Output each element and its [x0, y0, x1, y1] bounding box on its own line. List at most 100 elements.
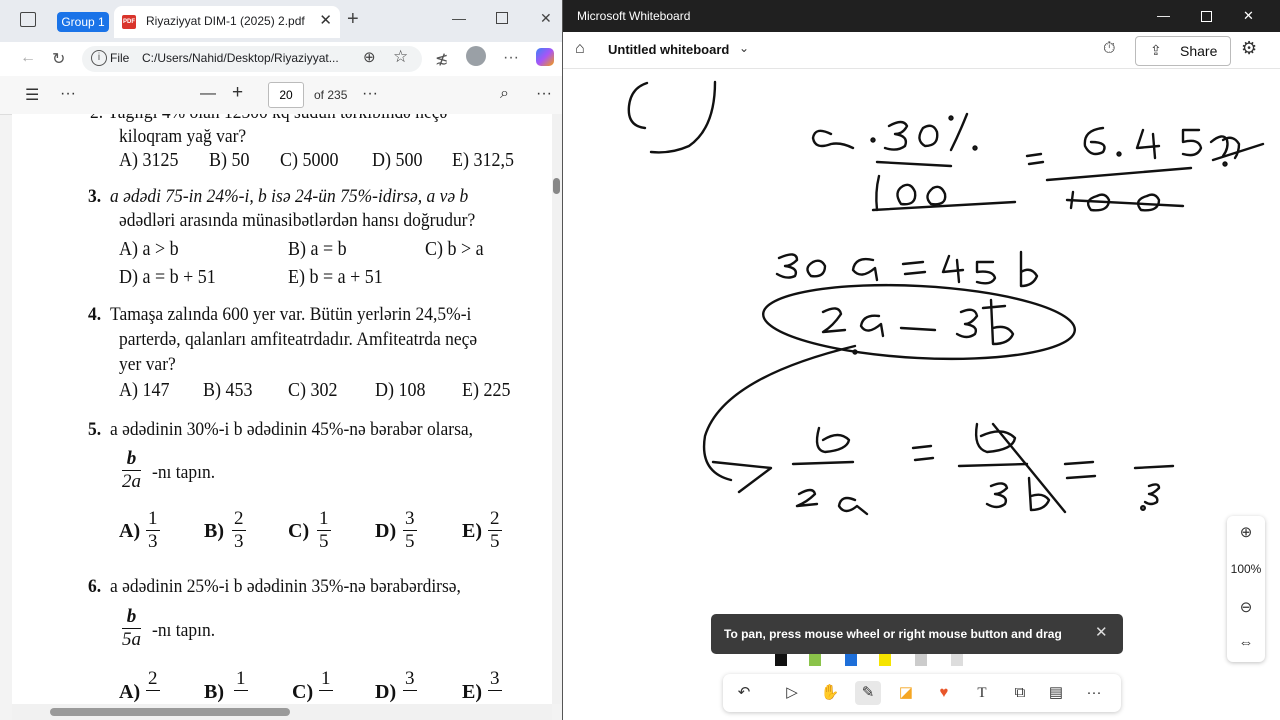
undo-icon[interactable]: ↶	[731, 681, 757, 705]
templates-icon[interactable]: ▤	[1043, 681, 1069, 705]
pdf-settings-more-icon[interactable]: ···	[536, 85, 552, 103]
q4-number: 4.	[88, 304, 102, 325]
pen-color-swatch[interactable]	[845, 654, 857, 666]
ink-stroke	[1140, 505, 1147, 512]
zoom-in-icon[interactable]: ⊕	[1227, 523, 1265, 541]
ink-stroke	[926, 185, 947, 206]
pdf-toolbar: ☰ ··· — + 20 of 235 ··· ⌕ ···	[0, 76, 562, 115]
q3-option-b: B) a = b	[288, 238, 347, 260]
ink-stroke	[1065, 198, 1185, 208]
tab-title: Riyaziyyat DIM-1 (2025) 2.pdf	[146, 14, 305, 28]
q6-option-c-fraction: 1	[319, 668, 333, 691]
page-number-input[interactable]: 20	[268, 82, 304, 108]
zoom-out-icon[interactable]: —	[200, 85, 216, 103]
q6-option-a-label: A)	[119, 681, 141, 703]
copilot-icon[interactable]	[536, 48, 554, 66]
address-bar[interactable]: i File C:/Users/Nahid/Desktop/Riyaziyyat…	[82, 46, 422, 72]
tab-actions-icon[interactable]	[20, 12, 36, 27]
reactions-heart-icon[interactable]: ♥	[931, 681, 957, 705]
favorites-icon[interactable]: ≴	[435, 49, 448, 69]
fraction-numerator: 2	[488, 508, 502, 531]
ink-stroke	[903, 270, 927, 276]
text-icon[interactable]: T	[969, 681, 995, 705]
ink-stroke	[941, 254, 965, 284]
ink-stroke	[1135, 128, 1161, 160]
sticky-note-icon[interactable]: ◪	[893, 681, 919, 705]
pen-color-swatch[interactable]	[879, 654, 891, 666]
q3-option-d: D) a = b + 51	[119, 266, 216, 288]
close-window-icon[interactable]: ✕	[1243, 8, 1254, 24]
contents-list-icon[interactable]: ☰	[25, 85, 39, 105]
close-window-icon[interactable]: ✕	[540, 10, 552, 27]
pen-icon[interactable]: ✎	[855, 681, 881, 705]
search-icon[interactable]: ⌕	[500, 85, 509, 103]
q3-number: 3.	[88, 186, 102, 207]
maximize-icon[interactable]	[1201, 11, 1212, 22]
favorite-star-icon[interactable]: ☆	[393, 47, 408, 67]
ink-stroke	[896, 183, 917, 206]
ink-stroke	[991, 422, 1067, 514]
share-button[interactable]: ⇪ Share	[1135, 36, 1231, 66]
select-pointer-icon[interactable]: ▷	[779, 681, 805, 705]
more-menu-icon[interactable]: ···	[503, 49, 519, 67]
share-label: Share	[1180, 43, 1218, 59]
pdf-more-icon[interactable]: ···	[60, 85, 76, 103]
browser-tab[interactable]: PDF Riyaziyyat DIM-1 (2025) 2.pdf ✕	[114, 6, 340, 38]
close-tab-icon[interactable]: ✕	[319, 11, 332, 29]
zoom-level[interactable]: 100%	[1227, 562, 1265, 576]
q2-option-e: E) 312,5	[452, 149, 515, 171]
more-tools-icon[interactable]: ···	[1081, 681, 1107, 705]
board-name[interactable]: Untitled whiteboard	[608, 42, 729, 57]
pen-color-swatch[interactable]	[775, 654, 787, 666]
pdf-file-icon: PDF	[122, 15, 136, 29]
zoom-in-icon[interactable]: +	[232, 82, 243, 104]
ink-stroke	[1019, 250, 1039, 288]
horizontal-scrollbar[interactable]	[12, 704, 552, 720]
back-arrow-icon[interactable]: ←	[20, 49, 36, 67]
gear-icon[interactable]: ⚙	[1241, 38, 1257, 59]
fit-to-screen-icon[interactable]: ⇔	[1227, 634, 1265, 651]
vertical-scrollbar[interactable]	[552, 114, 562, 704]
refresh-icon[interactable]: ↻	[52, 49, 65, 69]
close-toast-icon[interactable]: ✕	[1095, 623, 1108, 641]
timer-icon[interactable]: ⏱	[1103, 40, 1115, 58]
q6-fraction-numerator: b	[122, 606, 141, 629]
maximize-icon[interactable]	[496, 12, 508, 24]
vertical-scroll-thumb[interactable]	[553, 178, 560, 194]
zoom-icon[interactable]: ⊕	[363, 48, 376, 66]
ink-stroke	[811, 129, 855, 150]
minimize-icon[interactable]: —	[1157, 8, 1170, 23]
info-icon[interactable]: i	[91, 50, 107, 66]
q4-option-e: E) 225	[462, 379, 511, 401]
fraction-numerator: 2	[146, 668, 160, 691]
fraction-denominator: 5	[490, 531, 500, 552]
minimize-icon[interactable]: —	[452, 10, 466, 26]
pdf-options-icon[interactable]: ···	[362, 85, 378, 103]
tab-group-chip[interactable]: Group 1	[57, 12, 109, 32]
q5-option-d-label: D)	[375, 520, 397, 542]
chevron-down-icon[interactable]: ⌄	[739, 41, 749, 55]
fraction-numerator: 1	[317, 508, 331, 531]
shapes-icon[interactable]: ⧉	[1007, 681, 1033, 705]
fraction-denominator: 5	[405, 531, 415, 552]
fraction-numerator: 3	[488, 668, 502, 691]
pen-color-swatch[interactable]	[809, 654, 821, 666]
ink-stroke	[883, 120, 909, 151]
hand-pan-icon[interactable]: ✋	[817, 681, 843, 705]
q2-option-b: B) 50	[209, 149, 250, 171]
home-icon[interactable]: ⌂	[575, 40, 585, 58]
q3-line: a ədədi 75-in 24%-i, b isə 24-ün 75%-idi…	[110, 186, 469, 207]
bottom-toolbar: ↶ ▷ ✋ ✎ ◪ ♥ T ⧉ ▤ ···	[723, 674, 1121, 712]
address-url[interactable]: C:/Users/Nahid/Desktop/Riyaziyyat...	[142, 51, 339, 65]
pen-color-swatch[interactable]	[951, 654, 963, 666]
pen-color-swatch[interactable]	[915, 654, 927, 666]
ink-stroke	[837, 496, 869, 516]
browser-tab-bar: Group 1 PDF Riyaziyyat DIM-1 (2025) 2.pd…	[0, 0, 562, 42]
q6-option-d-label: D)	[375, 681, 397, 703]
new-tab-icon[interactable]: +	[347, 8, 359, 31]
zoom-out-icon[interactable]: ⊖	[1227, 598, 1265, 616]
profile-avatar[interactable]	[466, 46, 486, 66]
q5-option-b-fraction: 2 3	[232, 508, 246, 553]
q6-option-d-fraction: 3	[403, 668, 417, 691]
horizontal-scroll-thumb[interactable]	[50, 708, 290, 716]
